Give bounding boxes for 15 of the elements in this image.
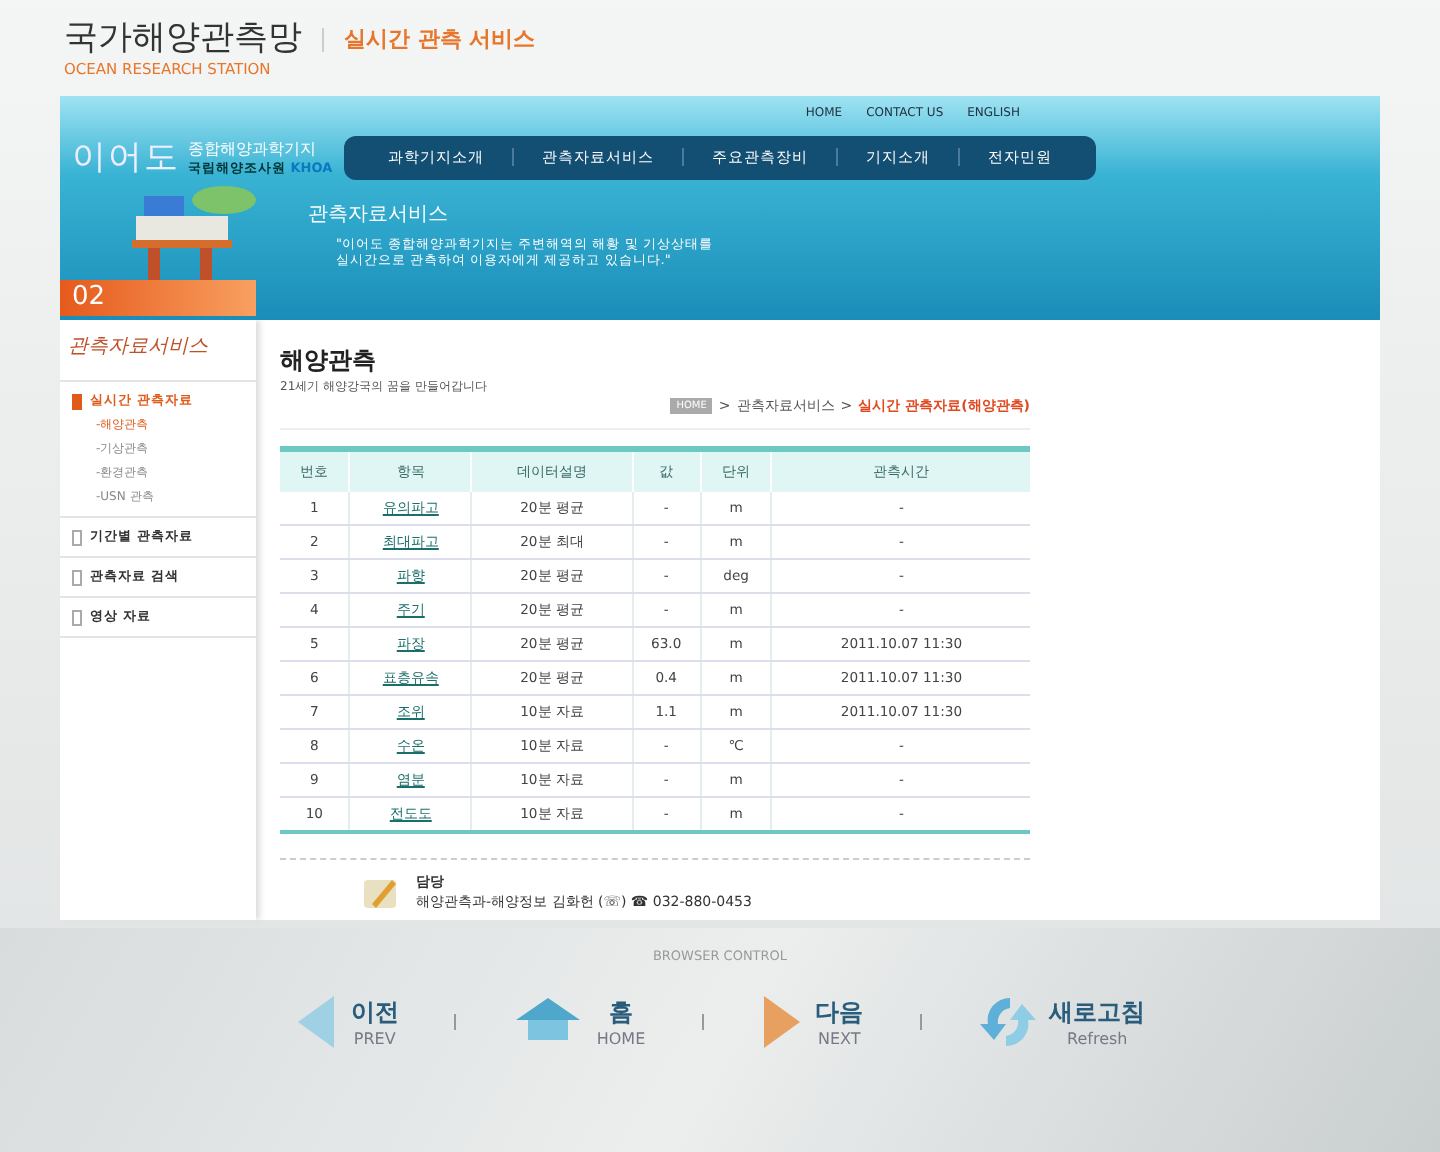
logo-text: 이어도 (72, 136, 180, 180)
back-arrow-icon (294, 992, 339, 1052)
page-title: 해양관측 (280, 344, 378, 378)
nav-refresh-button[interactable]: 새로고침 Refresh (977, 992, 1146, 1052)
section-number: 02 (60, 280, 256, 316)
site-subtitle: 실시간 관측 서비스 (344, 24, 536, 54)
forward-arrow-icon (759, 992, 804, 1052)
nav-home-button[interactable]: 홈 HOME (512, 992, 646, 1052)
nav-prev-button[interactable]: 이전 PREV (294, 992, 399, 1052)
logo-subtitle: 종합해양과학기지 (188, 137, 318, 159)
sidebar-title: 관측자료서비스 (60, 316, 256, 382)
nav-next-button[interactable]: 다음 NEXT (759, 992, 864, 1052)
refresh-icon (977, 992, 1038, 1052)
banner-heading: 관측자료서비스 (308, 202, 450, 228)
site-title: 국가해양관측망 (64, 16, 302, 60)
